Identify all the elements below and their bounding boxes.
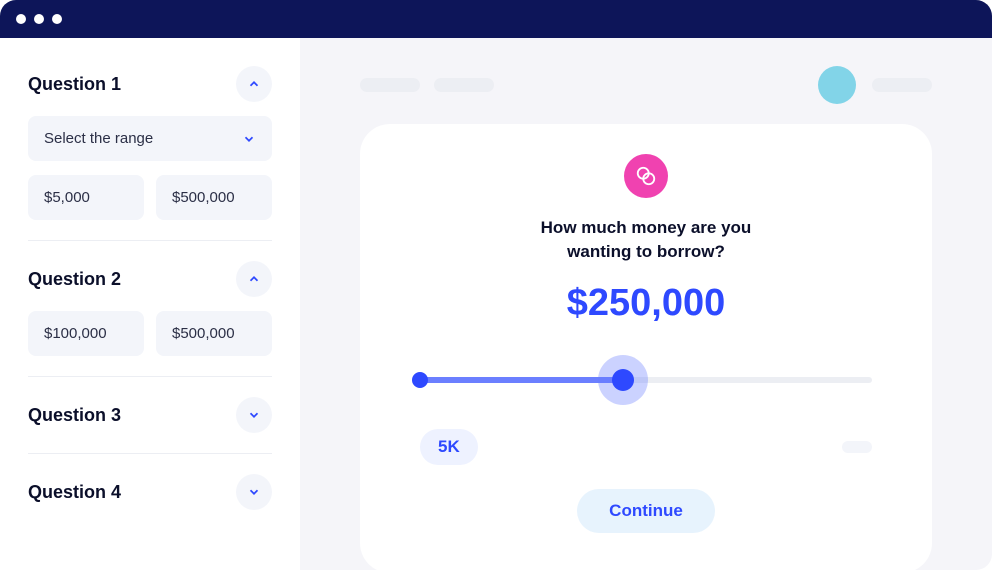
slider-max-placeholder [842,441,872,453]
question-3-toggle[interactable] [236,397,272,433]
amount-display: $250,000 [420,282,872,325]
slider-thumb[interactable] [598,355,648,405]
question-3-title: Question 3 [28,405,121,426]
titlebar [0,0,992,38]
question-4-header[interactable]: Question 4 [28,474,272,510]
question-1-title: Question 1 [28,74,121,95]
chevron-up-icon [247,272,261,286]
question-1-select[interactable]: Select the range [28,116,272,161]
question-1: Question 1 Select the range $5,000 $500,… [28,66,272,241]
question-2-min-input[interactable]: $100,000 [28,311,144,356]
top-nav [360,38,932,124]
card-question-text: How much money are you wanting to borrow… [516,216,776,264]
nav-tab-placeholder[interactable] [360,78,420,92]
chevron-down-icon [247,408,261,422]
sidebar: Question 1 Select the range $5,000 $500,… [0,38,300,570]
slider-labels: 5K [420,429,872,465]
nav-pill-placeholder [872,78,932,92]
question-3: Question 3 [28,397,272,454]
nav-tab-placeholder[interactable] [434,78,494,92]
question-1-header[interactable]: Question 1 [28,66,272,102]
chevron-up-icon [247,77,261,91]
question-2-title: Question 2 [28,269,121,290]
body: Question 1 Select the range $5,000 $500,… [0,38,992,570]
continue-button[interactable]: Continue [577,489,715,533]
window-dot [52,14,62,24]
question-4-title: Question 4 [28,482,121,503]
question-1-range: $5,000 $500,000 [28,175,272,220]
question-2: Question 2 $100,000 $500,000 [28,261,272,377]
money-icon [624,154,668,198]
main-panel: How much money are you wanting to borrow… [300,38,992,570]
app-window: Question 1 Select the range $5,000 $500,… [0,0,992,570]
amount-slider[interactable] [420,355,872,405]
nav-right [818,66,932,104]
nav-tabs [360,78,494,92]
borrow-card: How much money are you wanting to borrow… [360,124,932,570]
chevron-down-icon [247,485,261,499]
question-4: Question 4 [28,474,272,530]
question-1-toggle[interactable] [236,66,272,102]
question-2-header[interactable]: Question 2 [28,261,272,297]
question-2-max-input[interactable]: $500,000 [156,311,272,356]
question-2-toggle[interactable] [236,261,272,297]
question-1-select-label: Select the range [44,130,153,147]
question-1-min-input[interactable]: $5,000 [28,175,144,220]
avatar[interactable] [818,66,856,104]
window-dot [16,14,26,24]
question-4-toggle[interactable] [236,474,272,510]
slider-start-dot [412,372,428,388]
slider-thumb-inner [612,369,634,391]
question-2-range: $100,000 $500,000 [28,311,272,356]
slider-fill [420,377,623,383]
window-dot [34,14,44,24]
chevron-down-icon [242,132,256,146]
question-3-header[interactable]: Question 3 [28,397,272,433]
question-1-max-input[interactable]: $500,000 [156,175,272,220]
slider-min-label: 5K [420,429,478,465]
